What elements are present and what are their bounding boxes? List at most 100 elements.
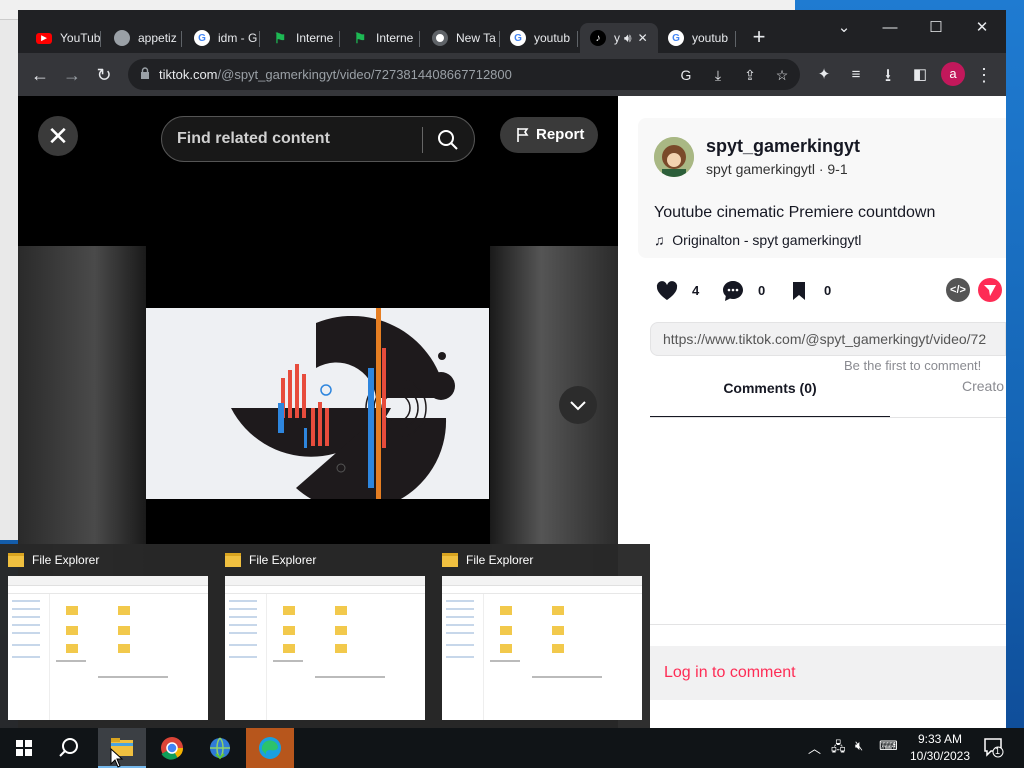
video-artwork xyxy=(231,308,455,499)
empty-comments-text: Be the first to comment! xyxy=(844,358,982,373)
url-text: tiktok.com/@spyt_gamerkingyt/video/72738… xyxy=(159,67,512,82)
window-preview[interactable]: File Explorer xyxy=(217,544,427,728)
save-count: 0 xyxy=(824,283,832,298)
preview-thumbnail xyxy=(225,576,425,720)
browser-tab[interactable]: ⚑ Interne xyxy=(342,23,420,53)
search-icon[interactable] xyxy=(436,128,460,152)
google-icon: G xyxy=(194,30,210,46)
tab-search-icon[interactable]: ⌄ xyxy=(821,14,867,42)
clock-time: 9:33 AM xyxy=(917,732,963,746)
window-preview[interactable]: File Explorer xyxy=(434,544,644,728)
green-flag-icon: ⚑ xyxy=(353,29,367,46)
share-icon[interactable]: ⇪ xyxy=(740,65,760,85)
tab-comments[interactable]: Comments (0) xyxy=(650,378,890,418)
video-link-text: https://www.tiktok.com/@spyt_gamerkingyt… xyxy=(663,331,987,347)
youtube-icon: ▶ xyxy=(36,32,52,44)
close-tab-icon[interactable]: ✕ xyxy=(638,31,648,45)
back-icon[interactable]: ← xyxy=(26,61,54,89)
notification-icon xyxy=(984,738,1004,758)
media-control-icon[interactable]: ≡ xyxy=(842,61,870,89)
preview-thumbnail xyxy=(442,576,642,720)
network-icon[interactable]: 🖧︎ xyxy=(831,738,846,760)
lock-icon xyxy=(141,67,149,79)
forward-icon[interactable]: → xyxy=(58,61,86,89)
notification-count: 1 xyxy=(995,746,1001,756)
browser-tab[interactable]: ▶ YouTub xyxy=(26,23,101,53)
search-button[interactable] xyxy=(48,728,96,768)
embed-button[interactable]: </> xyxy=(946,278,970,302)
related-search-input[interactable]: Find related content xyxy=(161,116,475,162)
globe-download-icon xyxy=(210,737,230,760)
address-bar[interactable]: tiktok.com/@spyt_gamerkingyt/video/72738… xyxy=(128,59,800,90)
flag-icon xyxy=(517,128,529,142)
browser-tab[interactable]: G idm - G xyxy=(184,23,260,53)
google-lens-icon[interactable]: G xyxy=(676,65,696,85)
browser-tab[interactable]: appetiz xyxy=(104,23,182,53)
chrome-icon xyxy=(432,30,448,46)
post-side-panel: spyt_gamerkingyt spyt gamerkingytl · 9-1… xyxy=(618,96,1006,728)
speaker-icon[interactable]: 🔊︎ xyxy=(624,31,632,46)
divider xyxy=(650,624,1006,625)
side-panel-icon[interactable]: ◧ xyxy=(906,61,934,89)
reload-icon[interactable]: ↻ xyxy=(90,61,118,89)
menu-icon[interactable]: ⋮ xyxy=(970,61,998,89)
avatar-image xyxy=(654,137,694,177)
chevron-down-icon xyxy=(570,401,586,411)
downloads-icon[interactable]: ⭳ xyxy=(874,61,902,89)
avatar[interactable] xyxy=(654,137,694,177)
share-button[interactable] xyxy=(978,278,1002,302)
post-info-card: spyt_gamerkingyt spyt gamerkingytl · 9-1… xyxy=(638,118,1006,258)
close-window-button[interactable]: ✕ xyxy=(959,14,1005,42)
video-link-field[interactable]: https://www.tiktok.com/@spyt_gamerkingyt… xyxy=(650,322,1006,356)
video-caption: Youtube cinematic Premiere countdown xyxy=(654,204,936,221)
next-video-button[interactable] xyxy=(559,386,597,424)
close-video-button[interactable]: ✕ xyxy=(38,116,78,156)
divider xyxy=(650,417,1006,418)
comment-count: 0 xyxy=(758,283,766,298)
minimize-button[interactable]: — xyxy=(867,14,913,42)
browser-tab[interactable]: G youtub xyxy=(500,23,578,53)
heart-icon xyxy=(656,281,678,300)
new-tab-button[interactable]: + xyxy=(745,23,773,51)
profile-avatar[interactable]: a xyxy=(941,62,965,86)
like-count: 4 xyxy=(692,283,700,298)
taskbar-preview-popup: File Explorer File Explorer File Explore… xyxy=(0,544,650,728)
windows-logo-icon xyxy=(16,740,32,756)
report-button[interactable]: Report xyxy=(500,117,598,153)
preview-title: File Explorer xyxy=(249,553,317,567)
browser-tab[interactable]: New Ta xyxy=(422,23,500,53)
username[interactable]: spyt_gamerkingyt xyxy=(706,136,860,157)
music-note-icon: ♫ xyxy=(654,232,665,248)
globe-icon xyxy=(114,30,130,46)
keyboard-icon[interactable]: ⌨︎ xyxy=(879,738,898,754)
volume-muted-icon[interactable]: 🔇︎ xyxy=(855,738,863,754)
tab-comments-label: Comments (0) xyxy=(723,380,817,396)
show-hidden-icons[interactable]: ︿ xyxy=(808,738,821,757)
browser-tab[interactable]: G youtub xyxy=(658,23,736,53)
folder-icon xyxy=(442,553,458,567)
notification-center-button[interactable]: 1 xyxy=(982,736,1004,758)
login-to-comment-bar[interactable]: Log in to comment xyxy=(650,646,1006,700)
start-button[interactable] xyxy=(0,728,48,768)
taskbar-edge[interactable] xyxy=(246,728,294,768)
edge-icon xyxy=(259,737,281,759)
mouse-cursor-icon xyxy=(110,748,124,768)
taskbar: ︿ 🖧︎ 🔇︎ ⌨︎ 9:33 AM 10/30/2023 1 xyxy=(0,728,1024,768)
search-icon xyxy=(59,738,78,757)
window-preview[interactable]: File Explorer xyxy=(0,544,210,728)
taskbar-chrome[interactable] xyxy=(148,728,196,768)
tab-creator-videos[interactable]: Creato xyxy=(962,378,1004,394)
clock[interactable]: 9:33 AM 10/30/2023 xyxy=(900,731,980,765)
folder-icon xyxy=(225,553,241,567)
browser-tab-active[interactable]: ♪ y 🔊︎ ✕ xyxy=(580,23,658,53)
taskbar-internet-download-manager[interactable] xyxy=(196,728,244,768)
maximize-button[interactable]: ☐ xyxy=(913,14,959,42)
bookmark-star-icon[interactable]: ☆ xyxy=(772,65,792,85)
browser-tab[interactable]: ⚑ Interne xyxy=(262,23,340,53)
install-app-icon[interactable]: ⤓ xyxy=(708,65,728,85)
music-link[interactable]: ♫ Originalton - spyt gamerkingytl xyxy=(654,232,861,248)
video-frame[interactable] xyxy=(146,308,489,499)
clock-date: 10/30/2023 xyxy=(909,749,971,763)
preview-thumbnail xyxy=(8,576,208,720)
extensions-icon[interactable]: ✦ xyxy=(810,61,838,89)
